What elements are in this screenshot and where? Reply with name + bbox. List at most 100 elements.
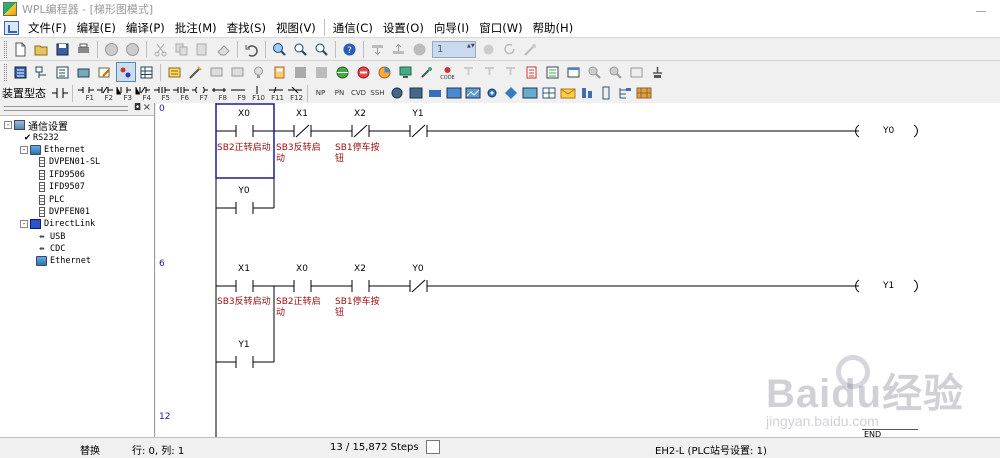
pn-button[interactable]: PN [331,84,348,102]
key-f8-button[interactable]: F8 [210,84,227,102]
pic-button[interactable] [521,84,538,102]
tree-node-device[interactable]: DVPEN01-SL [0,156,154,168]
cvd-button[interactable]: CVD [350,84,367,102]
bars-button[interactable] [578,84,595,102]
menu-file[interactable]: 文件(F) [23,20,72,36]
device-button[interactable] [75,63,93,81]
chart-tool-button[interactable] [464,84,481,102]
tree-node-device[interactable]: DVPFEN01 [0,206,154,218]
help-button[interactable]: ? [341,40,359,58]
tree-node-device[interactable]: IFD9507 [0,181,154,193]
gear-tool-button[interactable] [483,84,500,102]
tree-node-directlink[interactable]: - DirectLink [0,218,154,230]
globe-button[interactable] [334,63,352,81]
table-button[interactable] [138,63,156,81]
menu-edit[interactable]: 编程(E) [72,20,121,36]
step-spinner[interactable]: 1 [432,40,476,58]
find-button[interactable] [271,40,289,58]
network-button[interactable] [115,62,136,82]
print-button[interactable] [75,40,93,58]
sfc-mode-button[interactable] [33,63,51,81]
key-f7-button[interactable]: F7 [191,84,208,102]
disc-tool-button[interactable] [388,84,405,102]
menu-search[interactable]: 查找(S) [222,20,271,36]
stop-button[interactable] [355,63,373,81]
key-f1-button[interactable]: F1 [77,84,94,102]
monitor-screen-button[interactable] [397,63,415,81]
key-f11-button[interactable]: F11 [267,84,284,102]
np-button[interactable]: NP [312,84,329,102]
tree-node-ethernet[interactable]: - Ethernet [0,144,154,156]
menu-view[interactable]: 视图(V) [271,20,321,36]
tree-node-device[interactable]: PLC [0,193,154,205]
light-3-button[interactable] [502,63,520,81]
blocks-button[interactable] [635,84,652,102]
card-button[interactable] [628,63,646,81]
diamond-button[interactable] [502,84,519,102]
bulb-button[interactable] [250,63,268,81]
code-button[interactable]: CODE [439,63,457,81]
note2-button[interactable] [229,63,247,81]
menu-comment[interactable]: 批注(M) [170,20,222,36]
memory-button[interactable] [166,63,184,81]
key-f3-button[interactable]: F3 [115,84,132,102]
edit-mode-button[interactable] [407,84,424,102]
io-button[interactable] [649,63,667,81]
tree-node-root[interactable]: - 通信设置 [0,119,154,133]
gray-block-button[interactable] [292,63,310,81]
new-file-button[interactable] [12,40,30,58]
write-plc-button[interactable] [369,40,387,58]
open-file-button[interactable] [33,40,51,58]
tree-node-ethernet-direct[interactable]: Ethernet [0,255,154,267]
ladder-editor[interactable]: 0 6 12 X0 X1 X2 Y1 SB2正转启动 SB3反转启动 SB1停车… [156,103,1000,437]
paste-button[interactable] [194,40,212,58]
calc-button[interactable] [271,63,289,81]
menu-settings[interactable]: 设置(O) [378,20,429,36]
key-f9-button[interactable]: F9 [229,84,246,102]
find-device-button[interactable] [586,63,604,81]
tree-node-device[interactable]: IFD9506 [0,169,154,181]
print-tool-button[interactable] [426,84,443,102]
collapse-icon[interactable]: - [20,220,28,229]
erase-button[interactable] [215,40,233,58]
pie-button[interactable] [376,63,394,81]
tree-tool-button[interactable] [616,84,633,102]
toolbar-grip[interactable] [4,63,7,81]
close-icon[interactable]: × [143,102,151,113]
minimize-button[interactable] [976,2,986,12]
zoom-in-button[interactable] [292,40,310,58]
info-button[interactable] [411,40,429,58]
menu-communication[interactable]: 通信(C) [328,20,378,36]
key-f2-button[interactable]: F2 [96,84,113,102]
menu-help[interactable]: 帮助(H) [528,20,579,36]
edit-comment-button[interactable] [96,63,114,81]
zoom-out-button[interactable] [313,40,331,58]
menu-wizard[interactable]: 向导(I) [429,20,474,36]
ssh-button[interactable]: SSH [369,84,386,102]
gray-block2-button[interactable] [313,63,331,81]
refresh-button[interactable] [501,40,519,58]
grid-button[interactable] [540,84,557,102]
save-button[interactable] [54,40,72,58]
key-f12-button[interactable]: F12 [286,84,303,102]
register-button[interactable] [523,63,541,81]
light-2-button[interactable] [481,63,499,81]
collapse-icon[interactable]: - [20,145,28,154]
read-plc-button[interactable] [390,40,408,58]
online-button[interactable] [103,40,121,58]
collapse-icon[interactable]: - [4,121,12,130]
tree-node-usb[interactable]: ⇹ USB [0,231,154,243]
monitor-button[interactable] [124,40,142,58]
tree-node-cdc[interactable]: ⇹ CDC [0,243,154,255]
column-button[interactable] [597,84,614,102]
doc-menu-icon[interactable] [4,20,19,35]
wand-button[interactable] [522,40,540,58]
wizard-button[interactable] [187,63,205,81]
mail-button[interactable] [559,84,576,102]
note-button[interactable] [208,63,226,81]
key-f10-button[interactable]: F10 [248,84,265,102]
light-1-button[interactable] [460,63,478,81]
run-button[interactable] [480,40,498,58]
undo-button[interactable] [243,40,261,58]
tool-button[interactable] [418,63,436,81]
